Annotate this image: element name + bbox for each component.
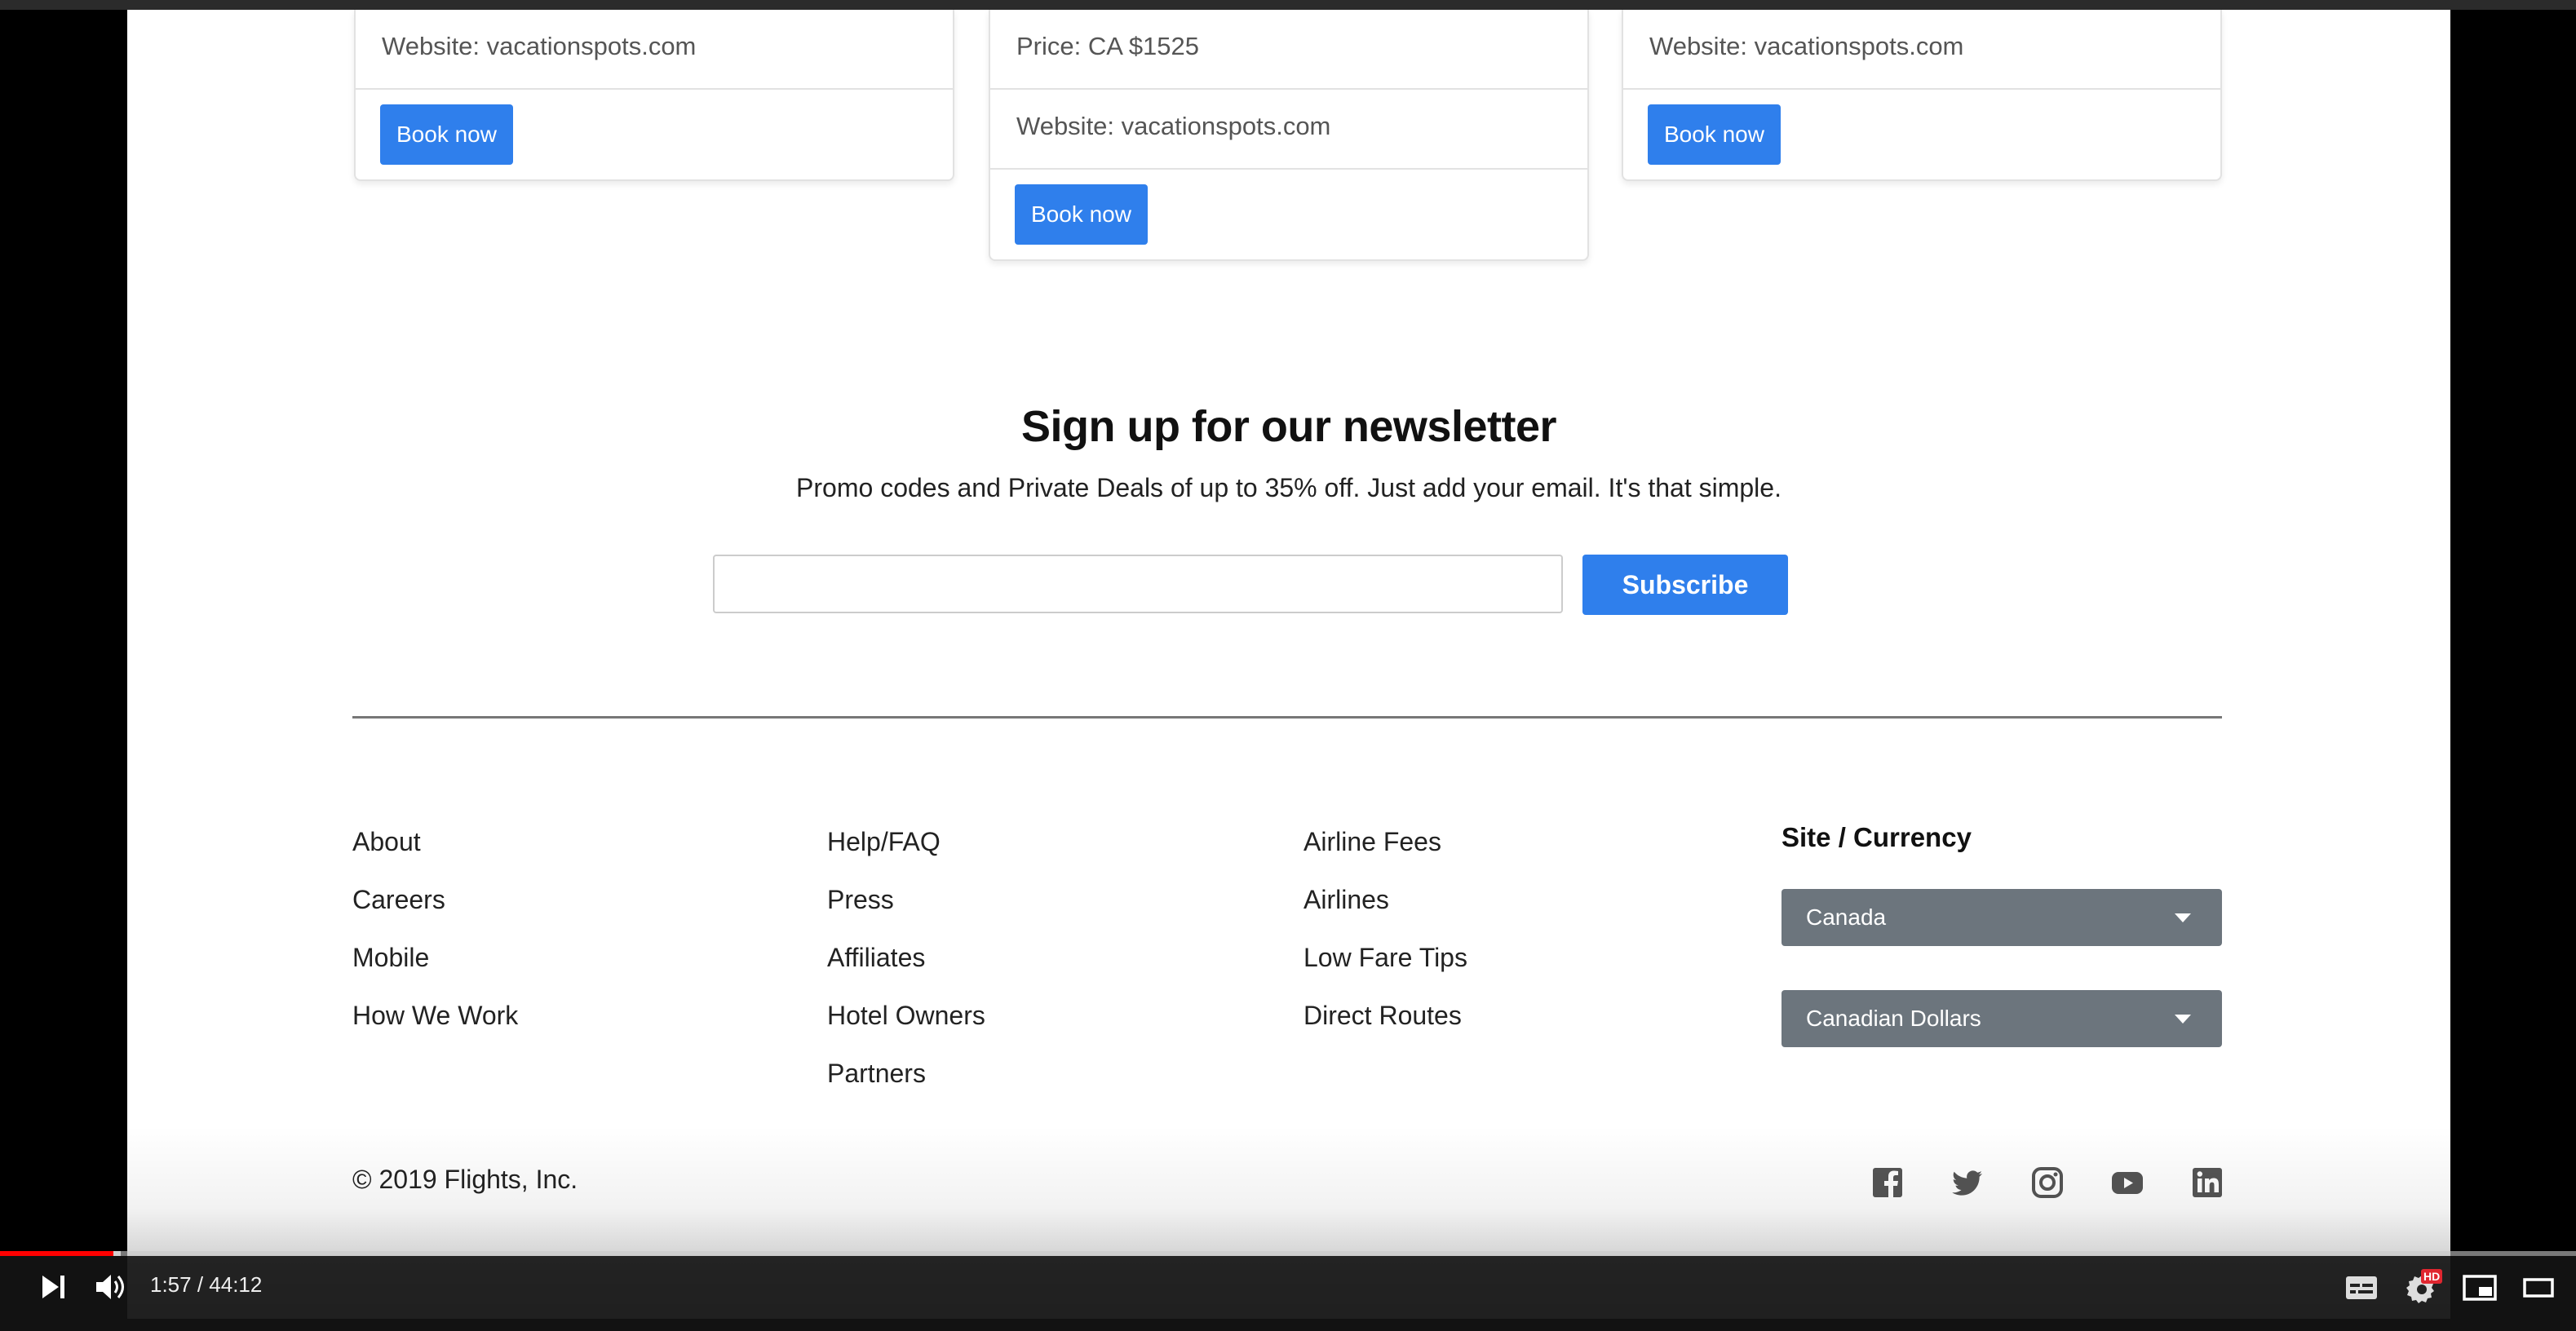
currency-select-value: Canadian Dollars: [1806, 1006, 1981, 1031]
subscribe-button[interactable]: Subscribe: [1582, 555, 1788, 615]
theater-mode-icon[interactable]: [2522, 1276, 2555, 1300]
time-display: 1:57 / 44:12: [150, 1272, 262, 1298]
miniplayer-icon[interactable]: [2462, 1274, 2498, 1302]
card-website: Website: vacationspots.com: [1623, 10, 2220, 90]
settings-button[interactable]: HD: [2403, 1269, 2445, 1303]
footer-link-about[interactable]: About: [352, 825, 518, 883]
footer-link-low-fare-tips[interactable]: Low Fare Tips: [1303, 941, 1467, 999]
caret-down-icon: [2175, 913, 2191, 922]
book-now-button[interactable]: Book now: [1648, 104, 1781, 165]
site-select-value: Canada: [1806, 904, 1887, 930]
linkedin-icon[interactable]: [2191, 1166, 2224, 1199]
subtitles-icon[interactable]: [2344, 1274, 2379, 1302]
card-website: Website: vacationspots.com: [356, 10, 953, 90]
card-website: Website: vacationspots.com: [990, 90, 1587, 170]
youtube-icon[interactable]: [2111, 1166, 2144, 1199]
instagram-icon[interactable]: [2031, 1166, 2064, 1199]
footer-column-airlines: Airline Fees Airlines Low Fare Tips Dire…: [1303, 825, 1467, 1057]
card-price: Price: CA $1525: [990, 10, 1587, 90]
footer-link-mobile[interactable]: Mobile: [352, 941, 518, 999]
footer-link-careers[interactable]: Careers: [352, 883, 518, 941]
listing-card: Price: CA $1525 Website: vacationspots.c…: [989, 10, 1589, 261]
play-next-icon[interactable]: [38, 1272, 70, 1302]
caret-down-icon: [2175, 1015, 2191, 1024]
time-separator: /: [191, 1272, 210, 1297]
footer-link-airlines[interactable]: Airlines: [1303, 883, 1467, 941]
footer-divider: [352, 716, 2222, 719]
top-border: [0, 0, 2576, 10]
footer-link-direct-routes[interactable]: Direct Routes: [1303, 999, 1467, 1057]
facebook-icon[interactable]: [1871, 1166, 1904, 1199]
email-input[interactable]: [713, 555, 1563, 613]
webpage: Website: vacationspots.com Book now Pric…: [127, 10, 2450, 1319]
current-time: 1:57: [150, 1272, 192, 1297]
twitter-icon[interactable]: [1951, 1166, 1984, 1199]
footer-link-partners[interactable]: Partners: [827, 1057, 985, 1115]
footer-column-help: Help/FAQ Press Affiliates Hotel Owners P…: [827, 825, 985, 1115]
site-select[interactable]: Canada: [1782, 889, 2222, 946]
footer-link-affiliates[interactable]: Affiliates: [827, 941, 985, 999]
footer-link-press[interactable]: Press: [827, 883, 985, 941]
footer-link-help-faq[interactable]: Help/FAQ: [827, 825, 985, 883]
footer-link-airline-fees[interactable]: Airline Fees: [1303, 825, 1467, 883]
hd-badge: HD: [2421, 1269, 2443, 1284]
newsletter-subtitle: Promo codes and Private Deals of up to 3…: [796, 473, 1782, 502]
footer-column-company: About Careers Mobile How We Work: [352, 825, 518, 1057]
footer-link-hotel-owners[interactable]: Hotel Owners: [827, 999, 985, 1057]
book-now-button[interactable]: Book now: [1015, 184, 1148, 245]
player-controls: [0, 1256, 2576, 1331]
listing-card: Website: vacationspots.com Book now: [1622, 10, 2222, 181]
duration: 44:12: [209, 1272, 263, 1297]
footer-link-how-we-work[interactable]: How We Work: [352, 999, 518, 1057]
currency-select[interactable]: Canadian Dollars: [1782, 990, 2222, 1047]
listing-card: Website: vacationspots.com Book now: [354, 10, 954, 181]
newsletter-title: Sign up for our newsletter: [1020, 402, 1557, 451]
volume-icon[interactable]: [93, 1271, 129, 1303]
site-currency-heading: Site / Currency: [1782, 822, 1972, 852]
book-now-button[interactable]: Book now: [380, 104, 513, 165]
copyright: © 2019 Flights, Inc.: [352, 1165, 578, 1194]
